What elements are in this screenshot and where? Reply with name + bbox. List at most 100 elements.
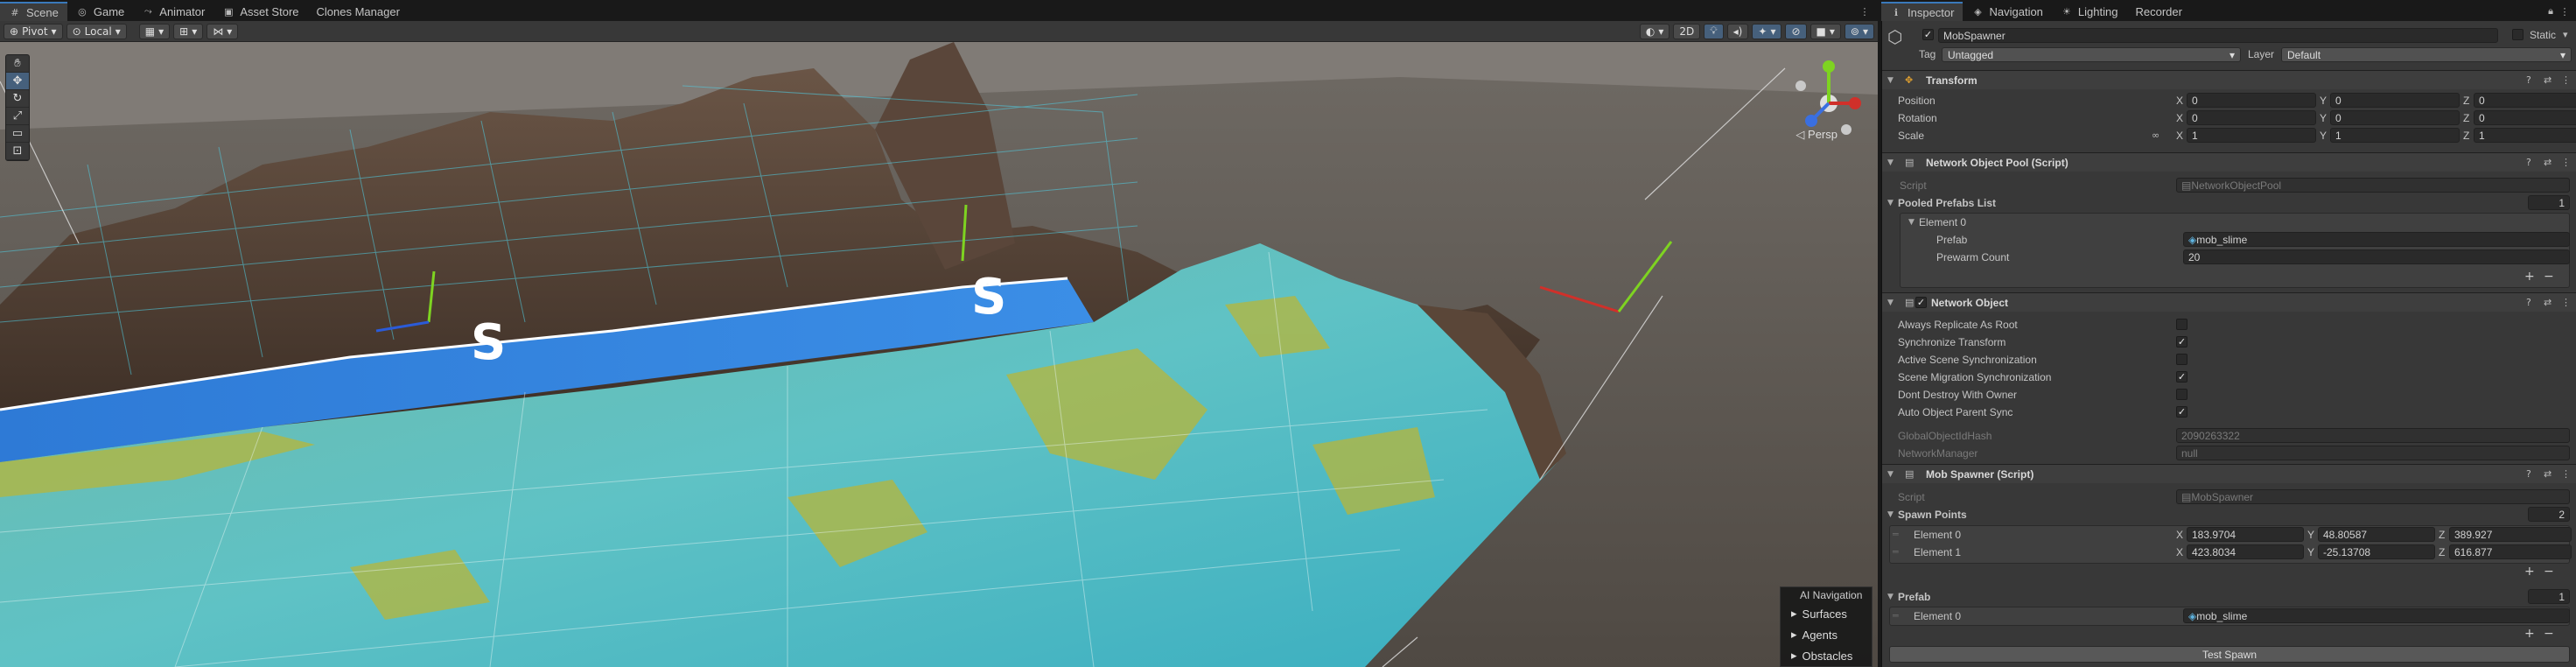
more-options-icon[interactable]: ⋮	[2561, 74, 2571, 86]
netobj-prop-checkbox[interactable]: ✓	[2176, 371, 2188, 383]
audio-toggle[interactable]: ◂)	[1726, 23, 1749, 39]
network-object-enabled-checkbox[interactable]: ✓	[1915, 297, 1927, 308]
transform-header[interactable]: ▼ ✥ Transform ? ⇄ ⋮	[1882, 70, 2576, 89]
spawn-point-y-field[interactable]: 48.80587	[2318, 527, 2435, 542]
spawn-point-y-field[interactable]: -25.13708	[2318, 544, 2435, 559]
fold-arrow-icon[interactable]: ▼	[1887, 593, 1894, 601]
preset-icon[interactable]: ⇄	[2544, 74, 2552, 86]
lighting-toggle[interactable]: 💡︎	[1704, 23, 1724, 39]
help-icon[interactable]: ?	[2526, 157, 2531, 168]
local-dropdown[interactable]: ⊙ Local ▾	[66, 23, 127, 39]
netobj-prop-checkbox[interactable]	[2176, 319, 2188, 330]
transform-rotation-y-field[interactable]: 0	[2330, 110, 2460, 125]
preset-icon[interactable]: ⇄	[2544, 297, 2552, 308]
more-options-icon[interactable]: ⋮	[2558, 5, 2571, 18]
active-checkbox[interactable]: ✓	[1922, 29, 1934, 40]
drag-handle-icon[interactable]: ═	[1893, 610, 1899, 621]
tab-scene[interactable]: # Scene	[0, 2, 67, 21]
add-spawn-point-button[interactable]: +	[2524, 565, 2535, 579]
drag-handle-icon[interactable]: ═	[1893, 529, 1899, 540]
netobj-prop-checkbox[interactable]	[2176, 389, 2188, 400]
persp-label[interactable]: ◁ Persp	[1796, 128, 1838, 142]
add-prefab-button[interactable]: +	[2524, 627, 2535, 641]
transform-rotation-z-field[interactable]: 0	[2474, 110, 2576, 125]
add-element-button[interactable]: +	[2524, 270, 2535, 284]
tab-recorder[interactable]: Recorder	[2126, 2, 2190, 21]
chevron-down-icon[interactable]: ▾	[2563, 29, 2568, 40]
rect-tool-icon[interactable]: ▭	[6, 125, 29, 143]
prefab-field[interactable]: ◈ mob_slime	[2183, 232, 2570, 247]
netobj-prop-checkbox[interactable]	[2176, 354, 2188, 365]
help-icon[interactable]: ?	[2526, 74, 2531, 86]
move-tool-icon[interactable]: ✥	[6, 73, 29, 90]
remove-prefab-button[interactable]: −	[2544, 627, 2554, 641]
spawn-point-x-field[interactable]: 423.8034	[2187, 544, 2304, 559]
lock-icon[interactable]: 🔒︎	[2544, 5, 2557, 18]
layer-dropdown[interactable]: Default ▾	[2281, 47, 2572, 62]
prewarm-count-field[interactable]: 20	[2183, 249, 2570, 264]
netobj-prop-checkbox[interactable]: ✓	[2176, 336, 2188, 348]
tab-asset-store[interactable]: ▣ Asset Store	[214, 2, 307, 21]
mob-spawner-header[interactable]: ▼ ▤ Mob Spawner (Script) ? ⇄ ⋮	[1882, 464, 2576, 483]
drag-handle-icon[interactable]: ═	[1893, 546, 1899, 558]
transform-rotation-x-field[interactable]: 0	[2187, 110, 2316, 125]
hidden-objects-toggle[interactable]: ⊘	[1785, 23, 1807, 39]
transform-tool-icon[interactable]: ⊡	[6, 143, 29, 160]
snap-increment-button[interactable]: ⊞ ▾	[173, 23, 204, 39]
spawn-point-z-field[interactable]: 389.927	[2449, 527, 2572, 542]
more-options-icon[interactable]: ⋮	[2561, 468, 2571, 480]
transform-position-x-field[interactable]: 0	[2187, 93, 2316, 108]
fold-arrow-icon[interactable]: ▼	[1887, 510, 1894, 519]
2d-toggle[interactable]: 2D	[1673, 23, 1701, 39]
transform-position-z-field[interactable]: 0	[2474, 93, 2576, 108]
gizmos-button[interactable]: ⊚ ▾	[1844, 23, 1874, 39]
spawn-point-x-field[interactable]: 183.9704	[2187, 527, 2304, 542]
camera-button[interactable]: ■ ▾	[1810, 23, 1841, 39]
test-spawn-button[interactable]: Test Spawn	[1889, 646, 2570, 663]
scale-tool-icon[interactable]: ⤢	[6, 108, 29, 125]
static-checkbox[interactable]	[2512, 29, 2524, 40]
tab-inspector[interactable]: ℹ Inspector	[1881, 2, 1964, 21]
help-icon[interactable]: ?	[2526, 468, 2531, 480]
spawn-point-z-field[interactable]: 616.877	[2449, 544, 2572, 559]
ai-nav-obstacles[interactable]: ▸ Obstacles	[1781, 645, 1872, 666]
tab-navigation[interactable]: ◈ Navigation	[1963, 2, 2051, 21]
more-options-icon[interactable]: ⋮	[1858, 5, 1871, 18]
more-options-icon[interactable]: ⋮	[2561, 157, 2571, 168]
remove-element-button[interactable]: −	[2544, 270, 2554, 284]
preset-icon[interactable]: ⇄	[2544, 468, 2552, 480]
transform-scale-y-field[interactable]: 1	[2330, 128, 2460, 143]
tab-animator[interactable]: ⤳ Animator	[133, 2, 214, 21]
transform-position-y-field[interactable]: 0	[2330, 93, 2460, 108]
remove-spawn-point-button[interactable]: −	[2544, 565, 2554, 579]
transform-scale-x-field[interactable]: 1	[2187, 128, 2316, 143]
mob-prefab-field[interactable]: ◈ mob_slime	[2183, 608, 2570, 623]
hand-tool-icon[interactable]: ✋︎	[6, 55, 29, 73]
fold-arrow-icon[interactable]: ▼	[1908, 218, 1914, 227]
grid-snap-button[interactable]: ▦ ▾	[138, 23, 171, 39]
scene-viewport[interactable]: S S ✋︎ ✥ ↻ ⤢ ▭ ⊡ ◁ Persp AI Navigation ▸…	[0, 42, 1878, 667]
prefab-list-count[interactable]: 1	[2528, 589, 2570, 604]
shading-mode-button[interactable]: ◐ ▾	[1639, 23, 1670, 39]
transform-scale-z-field[interactable]: 1	[2474, 128, 2576, 143]
fold-arrow-icon[interactable]: ▼	[1887, 199, 1894, 207]
link-icon[interactable]: ∞	[2152, 130, 2160, 141]
ai-nav-surfaces[interactable]: ▸ Surfaces	[1781, 603, 1872, 624]
tab-clones-manager[interactable]: Clones Manager	[308, 2, 409, 21]
effects-toggle[interactable]: ✦ ▾	[1752, 23, 1782, 39]
preset-icon[interactable]: ⇄	[2544, 157, 2552, 168]
tag-dropdown[interactable]: Untagged ▾	[1942, 47, 2241, 62]
network-object-header[interactable]: ▼ ▤ ✓ Network Object ? ⇄ ⋮	[1882, 292, 2576, 312]
align-button[interactable]: ⋈ ▾	[206, 23, 239, 39]
pooled-prefabs-count[interactable]: 1	[2528, 195, 2570, 210]
tab-lighting[interactable]: ☀︎ Lighting	[2052, 2, 2127, 21]
tab-game[interactable]: ◎ Game	[67, 2, 133, 21]
more-options-icon[interactable]: ⋮	[2561, 297, 2571, 308]
spawn-points-count[interactable]: 2	[2528, 507, 2570, 522]
ai-nav-agents[interactable]: ▸ Agents	[1781, 624, 1872, 645]
network-object-pool-header[interactable]: ▼ ▤ Network Object Pool (Script) ? ⇄ ⋮	[1882, 152, 2576, 172]
netobj-prop-checkbox[interactable]: ✓	[2176, 406, 2188, 418]
help-icon[interactable]: ?	[2526, 297, 2531, 308]
rotate-tool-icon[interactable]: ↻	[6, 90, 29, 108]
object-name-field[interactable]: MobSpawner	[1938, 28, 2498, 43]
